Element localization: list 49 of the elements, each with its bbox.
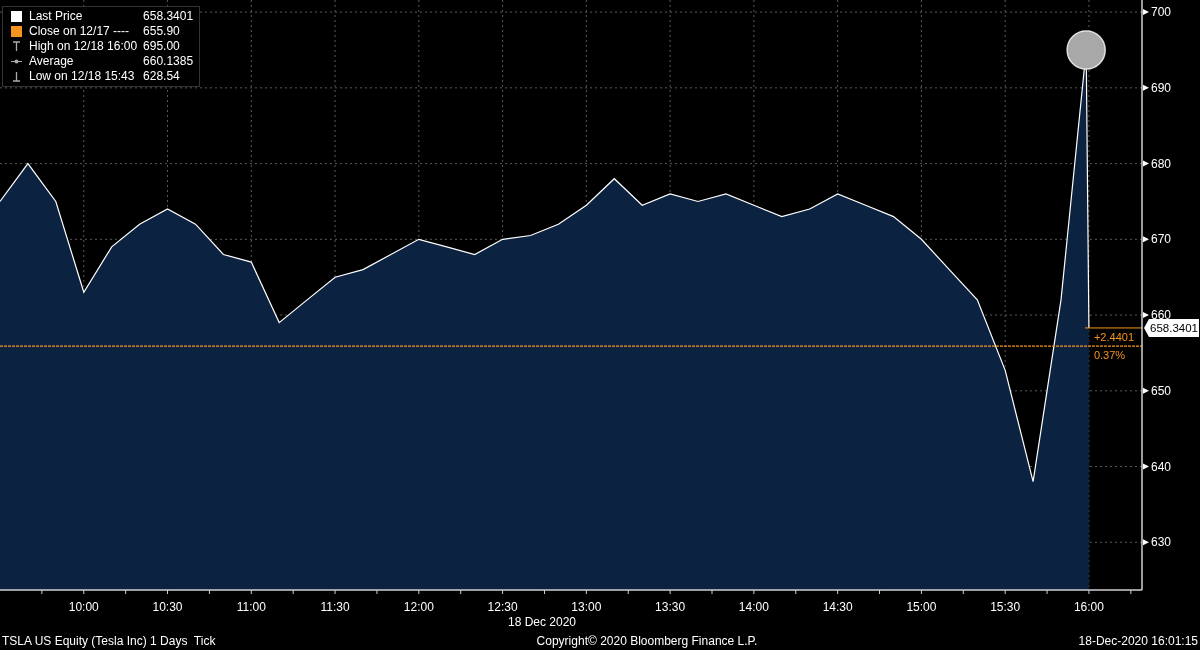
- legend-label: Low on 12/18 15:43: [29, 69, 136, 84]
- x-tick-label: 11:00: [236, 600, 266, 614]
- y-tick-label: 700: [1151, 5, 1172, 20]
- high-marker: [1066, 30, 1106, 70]
- high-marker-icon: [10, 41, 22, 52]
- x-tick-label: 10:00: [68, 600, 99, 614]
- copyright-notice: Copyright© 2020 Bloomberg Finance L.P.: [536, 633, 758, 650]
- legend-label: Close on 12/17 ----: [29, 24, 131, 39]
- change-value: +2.4401: [1093, 330, 1135, 343]
- x-tick-label: 14:30: [822, 600, 853, 614]
- legend-value: 655.90: [143, 24, 181, 39]
- tick-marker-icon: [1143, 312, 1149, 319]
- tick-marker-icon: [1143, 9, 1149, 16]
- date-label: 18 Dec 2020: [507, 615, 577, 629]
- last-price-tag: 658.3401: [1144, 318, 1199, 337]
- tick-marker-icon: [1143, 463, 1149, 470]
- y-tick-label: 670: [1151, 232, 1172, 247]
- legend-label: High on 12/18 16:00: [29, 39, 138, 54]
- security-description: TSLA US Equity (Tesla Inc) 1 Days Tick: [2, 633, 216, 650]
- y-tick-label: 630: [1151, 535, 1172, 550]
- x-tick-label: 16:00: [1073, 600, 1104, 614]
- y-tick-label: 640: [1151, 459, 1172, 474]
- x-tick-label: 13:30: [655, 600, 686, 614]
- tick-marker-icon: [1143, 236, 1149, 243]
- x-tick-label: 15:00: [906, 600, 937, 614]
- y-tick-label: 690: [1151, 80, 1172, 95]
- legend-value: 658.3401: [143, 9, 194, 24]
- legend-label: Last Price: [29, 9, 84, 24]
- low-marker-icon: [10, 71, 22, 82]
- x-tick-label: 12:30: [487, 600, 518, 614]
- legend-value: 695.00: [143, 39, 181, 54]
- tick-marker-icon: [1143, 84, 1149, 91]
- change-percent: 0.37%: [1093, 349, 1126, 362]
- legend-value: 660.1385: [143, 54, 194, 69]
- change-leader-line: [1084, 327, 1143, 329]
- y-tick-label: 680: [1151, 156, 1172, 171]
- legend-label: Average: [29, 54, 75, 69]
- tick-marker-icon: [1143, 160, 1149, 167]
- x-tick-label: 12:00: [403, 600, 434, 614]
- x-tick-label: 13:00: [571, 600, 602, 614]
- tick-marker-icon: [1143, 539, 1149, 546]
- x-tick-label: 10:30: [152, 600, 183, 614]
- tick-marker-icon: [1143, 387, 1149, 394]
- x-tick-label: 14:00: [738, 600, 769, 614]
- x-tick-label: 11:30: [320, 600, 350, 614]
- timestamp: 18-Dec-2020 16:01:15: [1078, 633, 1198, 650]
- y-tick-label: 650: [1151, 383, 1172, 398]
- x-tick-label: 15:30: [990, 600, 1021, 614]
- legend-value: 628.54: [143, 69, 181, 84]
